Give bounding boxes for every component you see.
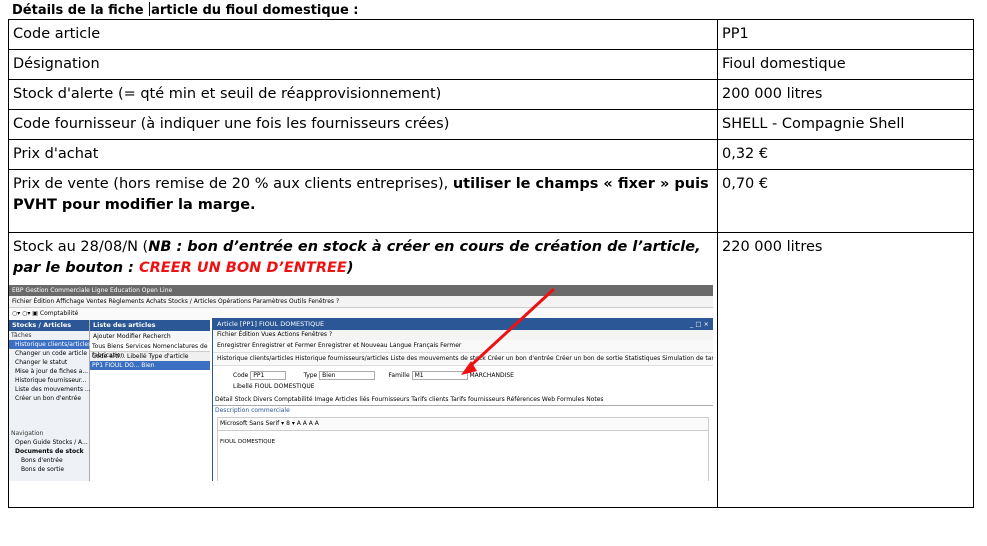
table-row: Désignation Fioul domestique [8, 49, 974, 80]
red-arrow-icon [461, 287, 556, 375]
table-row: Stock au 28/08/N (NB : bon d’entrée en s… [8, 232, 974, 508]
row-label: Stock d'alerte (= qté min et seuil de ré… [8, 79, 718, 110]
stock-text-end: ) [346, 260, 354, 276]
stock-cell: Stock au 28/08/N (NB : bon d’entrée en s… [8, 232, 718, 508]
prix-vente-text: Prix de vente (hors remise de 20 % aux c… [13, 176, 453, 192]
heading-part1: Détails de la fiche [12, 3, 144, 18]
row-label: Code article [8, 19, 718, 50]
stock-label: Stock au 28/08/N (NB : bon d’entrée en s… [13, 237, 713, 279]
table-row: Prix de vente (hors remise de 20 % aux c… [8, 169, 974, 233]
prix-vente-label: Prix de vente (hors remise de 20 % aux c… [8, 169, 718, 233]
row-label: Code fournisseur (à indiquer une fois le… [8, 109, 718, 140]
table-row: Code article PP1 [8, 19, 974, 50]
heading-part2: article du fioul domestique : [151, 3, 359, 18]
row-label: Désignation [8, 49, 718, 80]
article-details-table: Code article PP1 Désignation Fioul domesti… [8, 19, 974, 508]
table-row: Stock d'alerte (= qté min et seuil de ré… [8, 79, 974, 110]
prix-vente-value: 0,70 € [717, 169, 974, 233]
creer-bon-entree-text: CREER UN BON D’ENTREE [139, 260, 347, 276]
stock-text: Stock au 28/08/N ( [13, 239, 149, 255]
row-value: 200 000 litres [717, 79, 974, 110]
table-row: Code fournisseur (à indiquer une fois le… [8, 109, 974, 140]
page-heading: Détails de la fiche article du fioul dom… [12, 2, 358, 18]
stock-value: 220 000 litres [717, 232, 974, 508]
row-value: SHELL - Compagnie Shell [717, 109, 974, 140]
row-label: Prix d'achat [8, 139, 718, 170]
ebp-screenshot: EBP Gestion Commerciale Ligne Education … [9, 285, 713, 481]
row-value: 0,32 € [717, 139, 974, 170]
table-row: Prix d'achat 0,32 € [8, 139, 974, 170]
row-value: PP1 [717, 19, 974, 50]
row-value: Fioul domestique [717, 49, 974, 80]
text-cursor [149, 2, 151, 16]
